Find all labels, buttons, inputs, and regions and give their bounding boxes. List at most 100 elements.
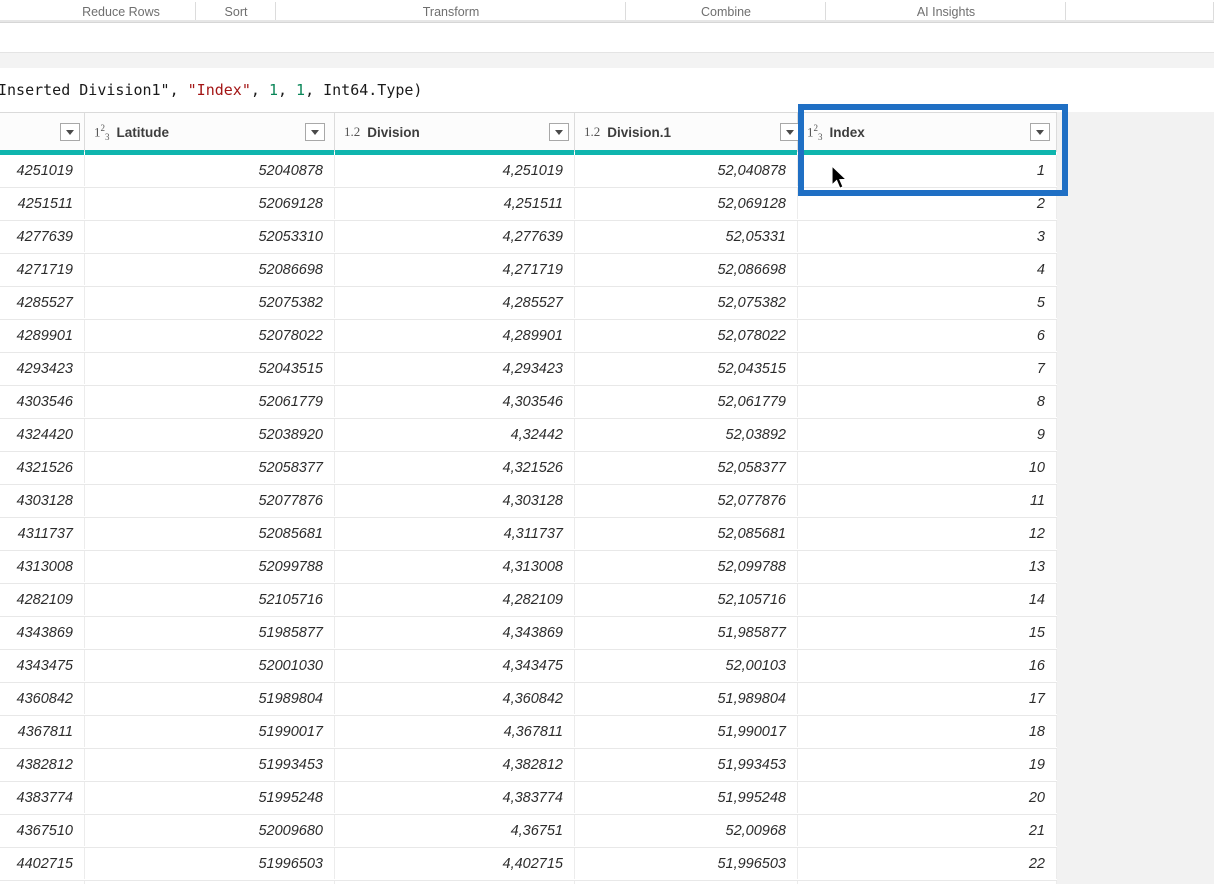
column-filter-chevron-down-icon[interactable] [549,123,569,141]
table-cell[interactable]: 4311737 [0,518,85,549]
table-row[interactable]: 4367510 52009680 4,36751 52,00968 21 [0,815,1057,848]
table-cell[interactable]: 4,277639 [335,221,575,252]
table-cell[interactable]: 15 [798,617,1057,648]
table-cell[interactable]: 52105716 [85,584,335,615]
table-cell[interactable]: 2 [798,188,1057,219]
table-row[interactable]: 4289901 52078022 4,289901 52,078022 6 [0,320,1057,353]
grid-rows[interactable]: 4251019 52040878 4,251019 52,040878 1 4251511… [0,155,1057,884]
formula-text[interactable]: Inserted Division1", "Index", 1, 1, Int6… [0,81,422,99]
table-cell[interactable]: 52099788 [85,551,335,582]
column-filter-chevron-down-icon[interactable] [305,123,325,141]
table-cell[interactable]: 52040878 [85,155,335,186]
column-header-division[interactable]: 1.2 Division [335,113,575,151]
table-row[interactable]: 4277639 52053310 4,277639 52,05331 3 [0,221,1057,254]
table-row[interactable]: 4271719 52086698 4,271719 52,086698 4 [0,254,1057,287]
table-cell[interactable]: 14 [798,584,1057,615]
table-cell[interactable]: 4285527 [0,287,85,318]
table-row[interactable]: 4282109 52105716 4,282109 52,105716 14 [0,584,1057,617]
table-cell[interactable]: 52,105716 [575,584,798,615]
table-cell[interactable]: 19 [798,749,1057,780]
table-cell[interactable]: 16 [798,650,1057,681]
table-cell[interactable]: 4343869 [0,617,85,648]
table-cell[interactable]: 52,078022 [575,320,798,351]
table-cell[interactable]: 52075382 [85,287,335,318]
table-cell[interactable]: 4321526 [0,452,85,483]
table-cell[interactable]: 51990017 [85,716,335,747]
table-cell[interactable]: 52009680 [85,815,335,846]
table-cell[interactable]: 52061779 [85,386,335,417]
table-cell[interactable]: 52,086698 [575,254,798,285]
table-cell[interactable]: 18 [798,716,1057,747]
column-filter-chevron-down-icon[interactable] [60,123,80,141]
table-cell[interactable]: 4,293423 [335,353,575,384]
table-cell[interactable]: 8 [798,386,1057,417]
table-cell[interactable]: 52069128 [85,188,335,219]
table-cell[interactable]: 4,251019 [335,155,575,186]
table-cell[interactable]: 4277639 [0,221,85,252]
table-cell[interactable]: 4,251511 [335,188,575,219]
data-grid[interactable]: 123 Latitude 1.2 Division 1.2 Division.1 123 In… [0,112,1214,884]
table-cell[interactable]: 12 [798,518,1057,549]
table-cell[interactable]: 20 [798,782,1057,813]
table-cell[interactable]: 10 [798,452,1057,483]
table-cell[interactable]: 52001030 [85,650,335,681]
table-cell[interactable]: 52038920 [85,419,335,450]
table-cell[interactable]: 52,03892 [575,419,798,450]
column-header-division-1[interactable]: 1.2 Division.1 [575,113,798,151]
table-cell[interactable]: 4,303128 [335,485,575,516]
table-cell[interactable]: 4383774 [0,782,85,813]
table-row[interactable]: 4303128 52077876 4,303128 52,077876 11 [0,485,1057,518]
table-cell[interactable]: 9 [798,419,1057,450]
column-header-latitude[interactable]: 123 Latitude [85,113,335,151]
table-cell[interactable]: 51996503 [85,848,335,879]
table-cell[interactable]: 52,069128 [575,188,798,219]
table-cell[interactable]: 4,303546 [335,386,575,417]
table-cell[interactable]: 52058377 [85,452,335,483]
table-row[interactable]: 4251019 52040878 4,251019 52,040878 1 [0,155,1057,188]
table-cell[interactable]: 51993453 [85,749,335,780]
table-row[interactable]: 4382812 51993453 4,382812 51,993453 19 [0,749,1057,782]
table-cell[interactable]: 4367510 [0,815,85,846]
table-row[interactable]: 4367811 51990017 4,367811 51,990017 18 [0,716,1057,749]
table-cell[interactable]: 4,32442 [335,419,575,450]
table-cell[interactable]: 4,282109 [335,584,575,615]
table-cell[interactable]: 6 [798,320,1057,351]
table-cell[interactable]: 52053310 [85,221,335,252]
table-row[interactable]: 4383774 51995248 4,383774 51,995248 20 [0,782,1057,815]
table-cell[interactable]: 4,343475 [335,650,575,681]
table-cell[interactable]: 4324420 [0,419,85,450]
table-cell[interactable]: 51995248 [85,782,335,813]
table-row[interactable]: 4343869 51985877 4,343869 51,985877 15 [0,617,1057,650]
column-filter-chevron-down-icon[interactable] [780,123,800,141]
table-cell[interactable]: 5 [798,287,1057,318]
table-cell[interactable]: 4360842 [0,683,85,714]
table-cell[interactable]: 4,402715 [335,848,575,879]
table-cell[interactable]: 52043515 [85,353,335,384]
table-row[interactable]: 4313008 52099788 4,313008 52,099788 13 [0,551,1057,584]
table-cell[interactable]: 52,05331 [575,221,798,252]
table-cell[interactable]: 52,075382 [575,287,798,318]
table-cell[interactable]: 51,989804 [575,683,798,714]
table-cell[interactable]: 3 [798,221,1057,252]
table-cell[interactable]: 4282109 [0,584,85,615]
table-cell[interactable]: 21 [798,815,1057,846]
table-cell[interactable]: 52086698 [85,254,335,285]
table-cell[interactable]: 4,367811 [335,716,575,747]
column-header-index[interactable]: 123 Index [798,113,1057,151]
column-filter-chevron-down-icon[interactable] [1030,123,1050,141]
table-row[interactable]: 4251511 52069128 4,251511 52,069128 2 [0,188,1057,221]
table-cell[interactable]: 52,040878 [575,155,798,186]
table-cell[interactable]: 4,36751 [335,815,575,846]
table-cell[interactable]: 51989804 [85,683,335,714]
table-row[interactable]: 4343475 52001030 4,343475 52,00103 16 [0,650,1057,683]
table-cell[interactable]: 52,00103 [575,650,798,681]
table-cell[interactable]: 51,996503 [575,848,798,879]
table-cell[interactable]: 13 [798,551,1057,582]
table-cell[interactable]: 4303128 [0,485,85,516]
table-row[interactable]: 4285527 52075382 4,285527 52,075382 5 [0,287,1057,320]
table-row[interactable]: 4321526 52058377 4,321526 52,058377 10 [0,452,1057,485]
table-cell[interactable]: 4,271719 [335,254,575,285]
table-cell[interactable]: 52,043515 [575,353,798,384]
table-cell[interactable]: 4251511 [0,188,85,219]
table-cell[interactable]: 4271719 [0,254,85,285]
